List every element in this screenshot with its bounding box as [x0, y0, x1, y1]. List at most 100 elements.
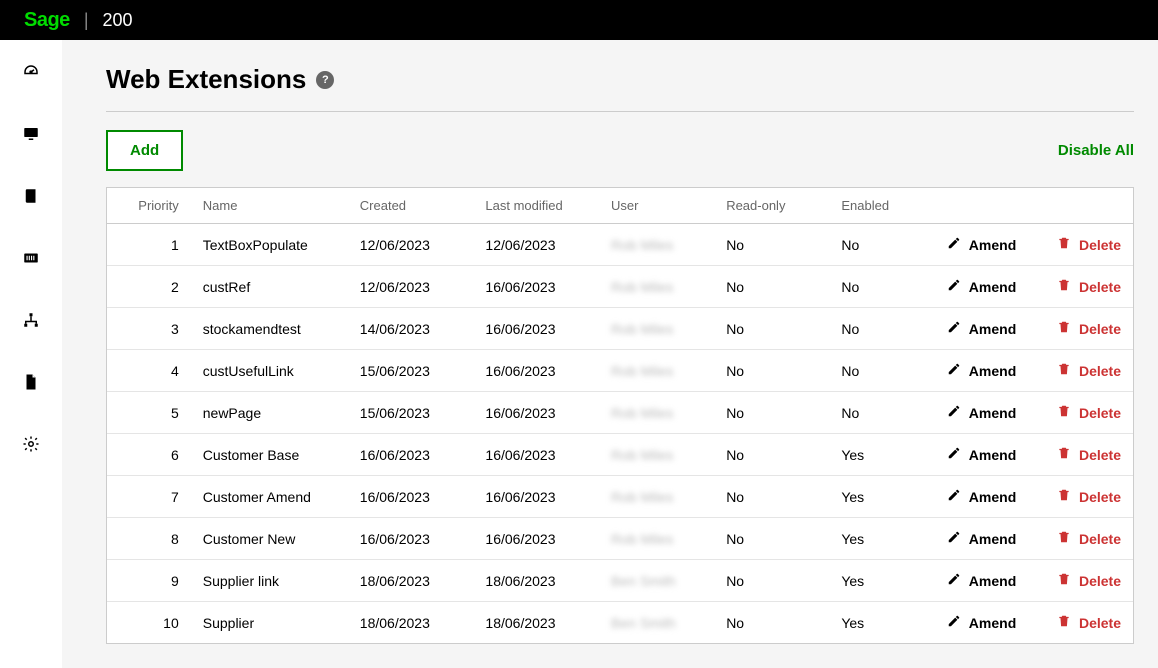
cell-modified: 16/06/2023 [473, 434, 599, 476]
book-icon[interactable] [21, 186, 41, 206]
table-row: 3stockamendtest14/06/202316/06/2023Rob M… [107, 308, 1133, 350]
amend-label: Amend [969, 363, 1016, 379]
delete-button[interactable]: Delete [1040, 446, 1121, 463]
delete-button[interactable]: Delete [1040, 362, 1121, 379]
monitor-icon[interactable] [21, 124, 41, 144]
cell-amend: Amend [924, 434, 1029, 476]
col-user[interactable]: User [599, 188, 714, 224]
delete-label: Delete [1079, 321, 1121, 337]
trash-icon [1057, 320, 1071, 337]
pencil-icon [947, 572, 961, 589]
cell-name: custRef [191, 266, 348, 308]
col-readonly[interactable]: Read-only [714, 188, 829, 224]
delete-button[interactable]: Delete [1040, 488, 1121, 505]
cell-priority: 9 [107, 560, 191, 602]
cell-name: Customer Base [191, 434, 348, 476]
cell-modified: 18/06/2023 [473, 602, 599, 644]
cell-priority: 8 [107, 518, 191, 560]
delete-label: Delete [1079, 405, 1121, 421]
cell-priority: 3 [107, 308, 191, 350]
col-priority[interactable]: Priority [107, 188, 191, 224]
amend-button[interactable]: Amend [936, 572, 1017, 589]
col-enabled[interactable]: Enabled [829, 188, 923, 224]
pencil-icon [947, 488, 961, 505]
delete-label: Delete [1079, 615, 1121, 631]
amend-button[interactable]: Amend [936, 278, 1017, 295]
amend-button[interactable]: Amend [936, 320, 1017, 337]
amend-button[interactable]: Amend [936, 530, 1017, 547]
amend-label: Amend [969, 321, 1016, 337]
gear-icon[interactable] [21, 434, 41, 454]
cell-delete: Delete [1028, 350, 1133, 392]
cell-amend: Amend [924, 392, 1029, 434]
delete-button[interactable]: Delete [1040, 572, 1121, 589]
col-delete [1028, 188, 1133, 224]
cell-readonly: No [714, 350, 829, 392]
sitemap-icon[interactable] [21, 310, 41, 330]
cell-modified: 16/06/2023 [473, 350, 599, 392]
amend-label: Amend [969, 531, 1016, 547]
amend-button[interactable]: Amend [936, 236, 1017, 253]
delete-button[interactable]: Delete [1040, 404, 1121, 421]
trash-icon [1057, 488, 1071, 505]
cell-amend: Amend [924, 308, 1029, 350]
pencil-icon [947, 446, 961, 463]
pencil-icon [947, 614, 961, 631]
cell-user: Rob Miles [599, 518, 714, 560]
pencil-icon [947, 530, 961, 547]
cell-amend: Amend [924, 266, 1029, 308]
delete-button[interactable]: Delete [1040, 278, 1121, 295]
trash-icon [1057, 404, 1071, 421]
document-icon[interactable] [21, 372, 41, 392]
cell-created: 15/06/2023 [348, 350, 474, 392]
amend-button[interactable]: Amend [936, 488, 1017, 505]
help-icon[interactable]: ? [316, 71, 334, 89]
trash-icon [1057, 614, 1071, 631]
table-row: 8Customer New16/06/202316/06/2023Rob Mil… [107, 518, 1133, 560]
delete-button[interactable]: Delete [1040, 236, 1121, 253]
cell-user: Rob Miles [599, 476, 714, 518]
cell-modified: 16/06/2023 [473, 476, 599, 518]
cell-delete: Delete [1028, 518, 1133, 560]
cell-enabled: Yes [829, 602, 923, 644]
delete-button[interactable]: Delete [1040, 614, 1121, 631]
dashboard-icon[interactable] [21, 62, 41, 82]
cell-modified: 16/06/2023 [473, 518, 599, 560]
amend-label: Amend [969, 615, 1016, 631]
disable-all-button[interactable]: Disable All [1058, 142, 1134, 159]
cell-amend: Amend [924, 602, 1029, 644]
cell-created: 14/06/2023 [348, 308, 474, 350]
cell-readonly: No [714, 518, 829, 560]
cell-priority: 2 [107, 266, 191, 308]
amend-label: Amend [969, 447, 1016, 463]
amend-button[interactable]: Amend [936, 614, 1017, 631]
col-created[interactable]: Created [348, 188, 474, 224]
amend-button[interactable]: Amend [936, 404, 1017, 421]
brand-logo: Sage [24, 9, 70, 32]
col-modified[interactable]: Last modified [473, 188, 599, 224]
delete-button[interactable]: Delete [1040, 530, 1121, 547]
cell-priority: 7 [107, 476, 191, 518]
table-row: 9Supplier link18/06/202318/06/2023Ben Sm… [107, 560, 1133, 602]
cell-modified: 16/06/2023 [473, 392, 599, 434]
delete-label: Delete [1079, 279, 1121, 295]
cell-enabled: No [829, 224, 923, 266]
cell-modified: 16/06/2023 [473, 308, 599, 350]
title-divider [106, 111, 1134, 112]
page-title: Web Extensions [106, 64, 306, 95]
col-amend [924, 188, 1029, 224]
cell-created: 16/06/2023 [348, 476, 474, 518]
pencil-icon [947, 278, 961, 295]
delete-button[interactable]: Delete [1040, 320, 1121, 337]
cell-user: Rob Miles [599, 266, 714, 308]
barcode-icon[interactable] [21, 248, 41, 268]
brand-divider: | [84, 10, 89, 31]
add-button[interactable]: Add [106, 130, 183, 171]
cell-user: Rob Miles [599, 434, 714, 476]
amend-button[interactable]: Amend [936, 446, 1017, 463]
cell-created: 18/06/2023 [348, 560, 474, 602]
cell-priority: 10 [107, 602, 191, 644]
amend-button[interactable]: Amend [936, 362, 1017, 379]
col-name[interactable]: Name [191, 188, 348, 224]
pencil-icon [947, 320, 961, 337]
